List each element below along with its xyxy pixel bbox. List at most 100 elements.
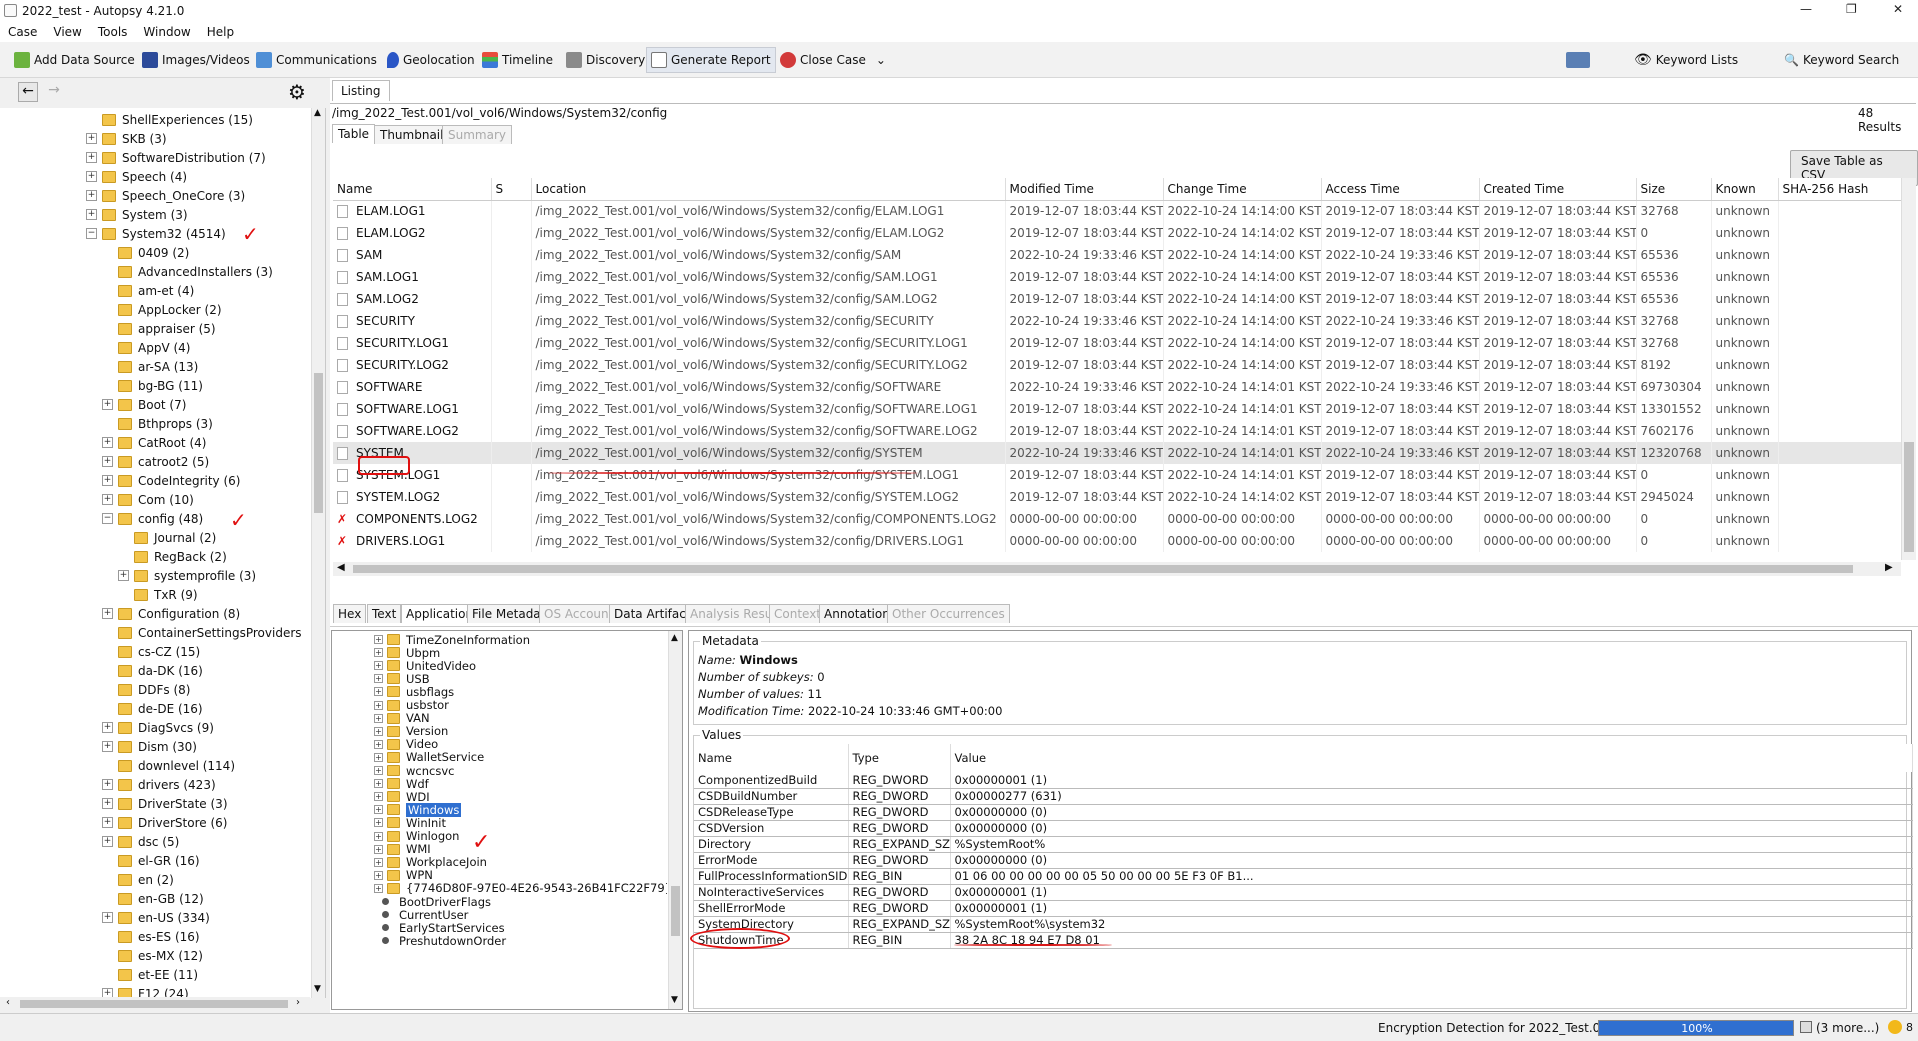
registry-key[interactable]: + Winlogon xyxy=(374,829,459,843)
tree-item[interactable]: AppLocker (2) xyxy=(118,300,222,319)
viewer-tab[interactable]: Context xyxy=(769,604,827,623)
table-row[interactable]: SAM.LOG2/img_2022_Test.001/vol_vol6/Wind… xyxy=(333,288,1902,310)
registry-key[interactable]: BootDriverFlags xyxy=(382,895,491,909)
tree-item[interactable]: + System (3) xyxy=(86,205,188,224)
registry-key[interactable]: + UnitedVideo xyxy=(374,659,476,673)
timeline-button[interactable]: Timeline xyxy=(478,50,557,70)
tree-item[interactable]: en-GB (12) xyxy=(118,889,204,908)
expand-icon[interactable]: + xyxy=(374,792,383,802)
expand-icon[interactable]: + xyxy=(374,818,383,828)
expand-icon[interactable]: + xyxy=(374,648,383,658)
tab-table[interactable]: Table xyxy=(332,124,376,143)
mail-icon[interactable] xyxy=(1566,52,1590,68)
expand-icon[interactable]: + xyxy=(102,456,113,467)
expand-icon[interactable]: + xyxy=(102,608,113,619)
cancel-task-icon[interactable] xyxy=(1800,1021,1812,1033)
minimize-button[interactable]: — xyxy=(1800,2,1812,16)
tree-item[interactable]: + CodeIntegrity (6) xyxy=(102,471,240,490)
tree-item[interactable]: Journal (2) xyxy=(134,528,216,547)
expand-icon[interactable]: + xyxy=(374,687,383,697)
regtree-scrollbar[interactable]: ▲ ▼ xyxy=(668,631,682,1009)
expand-icon[interactable]: + xyxy=(102,399,113,410)
tree-item[interactable]: 0409 (2) xyxy=(118,243,189,262)
expand-icon[interactable]: + xyxy=(374,635,383,644)
tree-item[interactable]: DDFs (8) xyxy=(118,680,190,699)
registry-key[interactable]: + wcncsvc xyxy=(374,764,454,778)
add-data-source-button[interactable]: Add Data Source xyxy=(10,50,139,70)
column-header[interactable]: Access Time xyxy=(1321,178,1480,201)
collapse-icon[interactable]: − xyxy=(102,513,113,524)
scrollbar-thumb[interactable] xyxy=(314,373,323,513)
expand-icon[interactable]: + xyxy=(374,805,383,815)
expand-icon[interactable]: + xyxy=(86,190,97,201)
chevron-down-icon[interactable]: ⌄ xyxy=(876,53,886,67)
tree-item[interactable]: + Speech (4) xyxy=(86,167,187,186)
tree-item[interactable]: + DriverStore (6) xyxy=(102,813,227,832)
scrollbar-thumb[interactable] xyxy=(1904,442,1914,552)
values-row[interactable]: NoInteractiveServices REG_DWORD 0x00000001… xyxy=(694,884,1913,901)
scroll-up-arrow[interactable]: ▲ xyxy=(314,108,321,118)
registry-key[interactable]: + USB xyxy=(374,672,430,686)
expand-icon[interactable]: + xyxy=(102,722,113,733)
keyword-search-button[interactable]: 🔍 Keyword Search xyxy=(1780,50,1903,70)
table-vertical-scrollbar[interactable] xyxy=(1901,178,1916,560)
more-tasks-link[interactable]: (3 more...) xyxy=(1816,1021,1879,1035)
tab-thumbnail[interactable]: Thumbnail xyxy=(374,125,450,144)
table-horizontal-scrollbar[interactable]: ◀ ▶ xyxy=(333,562,1901,576)
scroll-right-arrow[interactable]: ▶ xyxy=(1885,562,1893,573)
expand-icon[interactable]: + xyxy=(374,870,383,880)
close-button[interactable]: ✕ xyxy=(1893,2,1903,16)
expand-icon[interactable]: + xyxy=(374,857,383,867)
table-row[interactable]: ✗ DRIVERS.LOG1/img_2022_Test.001/vol_vol6… xyxy=(333,530,1902,552)
table-row[interactable]: SYSTEM/img_2022_Test.001/vol_vol6/Window… xyxy=(333,442,1902,464)
expand-icon[interactable]: + xyxy=(102,798,113,809)
table-row[interactable]: ELAM.LOG2/img_2022_Test.001/vol_vol6/Win… xyxy=(333,222,1902,244)
tree-item[interactable]: + Speech_OneCore (3) xyxy=(86,186,245,205)
notification-icon[interactable] xyxy=(1888,1020,1902,1034)
table-row[interactable]: SYSTEM.LOG2/img_2022_Test.001/vol_vol6/W… xyxy=(333,486,1902,508)
values-row[interactable]: SystemDirectory REG_EXPAND_SZ %SystemRoot%… xyxy=(694,916,1913,933)
expand-icon[interactable]: + xyxy=(102,836,113,847)
expand-icon[interactable]: + xyxy=(374,674,383,684)
close-case-button[interactable]: Close Case ⌄ xyxy=(776,50,890,70)
menu-view[interactable]: View xyxy=(45,22,89,42)
table-row[interactable]: SYSTEM.LOG1/img_2022_Test.001/vol_vol6/W… xyxy=(333,464,1902,486)
tree-item[interactable]: + systemprofile (3) xyxy=(118,566,256,585)
tree-item[interactable]: + CatRoot (4) xyxy=(102,433,206,452)
tree-item[interactable]: de-DE (16) xyxy=(118,699,203,718)
expand-icon[interactable]: + xyxy=(102,817,113,828)
tree-item[interactable]: − config (48) xyxy=(102,509,203,528)
tree-item[interactable]: es-MX (12) xyxy=(118,946,203,965)
tree-item[interactable]: ContainerSettingsProviders xyxy=(118,623,302,642)
gear-icon[interactable]: ⚙ xyxy=(288,80,306,104)
registry-key[interactable]: + usbstor xyxy=(374,698,449,712)
table-row[interactable]: SAM/img_2022_Test.001/vol_vol6/Windows/S… xyxy=(333,244,1902,266)
table-row[interactable]: SOFTWARE.LOG1/img_2022_Test.001/vol_vol6… xyxy=(333,398,1902,420)
registry-key[interactable]: + Version xyxy=(374,724,448,738)
discovery-button[interactable]: Discovery xyxy=(562,50,649,70)
tree-item[interactable]: TxR (9) xyxy=(134,585,198,604)
scroll-up-arrow[interactable]: ▲ xyxy=(671,633,678,643)
tree-item[interactable]: + DriverState (3) xyxy=(102,794,228,813)
tree-item[interactable]: + F12 (24) xyxy=(102,984,189,998)
expand-icon[interactable]: + xyxy=(374,739,383,749)
generate-report-button[interactable]: Generate Report xyxy=(646,47,776,73)
expand-icon[interactable]: + xyxy=(374,831,383,841)
values-column-header[interactable]: Type xyxy=(848,744,951,772)
column-header[interactable]: Known xyxy=(1711,178,1779,201)
expand-icon[interactable]: + xyxy=(374,844,383,854)
scrollbar-thumb[interactable] xyxy=(671,886,680,936)
registry-key[interactable]: + WMI xyxy=(374,842,431,856)
tree-item[interactable]: + Dism (30) xyxy=(102,737,197,756)
column-header[interactable]: Size xyxy=(1636,178,1712,201)
registry-key[interactable]: + WDI xyxy=(374,790,430,804)
column-header[interactable]: SHA-256 Hash xyxy=(1778,178,1902,201)
expand-icon[interactable]: + xyxy=(86,133,97,144)
registry-key[interactable]: + WPN xyxy=(374,868,433,882)
table-row[interactable]: SECURITY.LOG1/img_2022_Test.001/vol_vol6… xyxy=(333,332,1902,354)
tree-item[interactable]: downlevel (114) xyxy=(118,756,235,775)
scroll-right-arrow[interactable]: › xyxy=(296,997,300,1008)
registry-key[interactable]: EarlyStartServices xyxy=(382,921,505,935)
registry-key[interactable]: CurrentUser xyxy=(382,908,468,922)
tab-summary[interactable]: Summary xyxy=(442,125,512,144)
